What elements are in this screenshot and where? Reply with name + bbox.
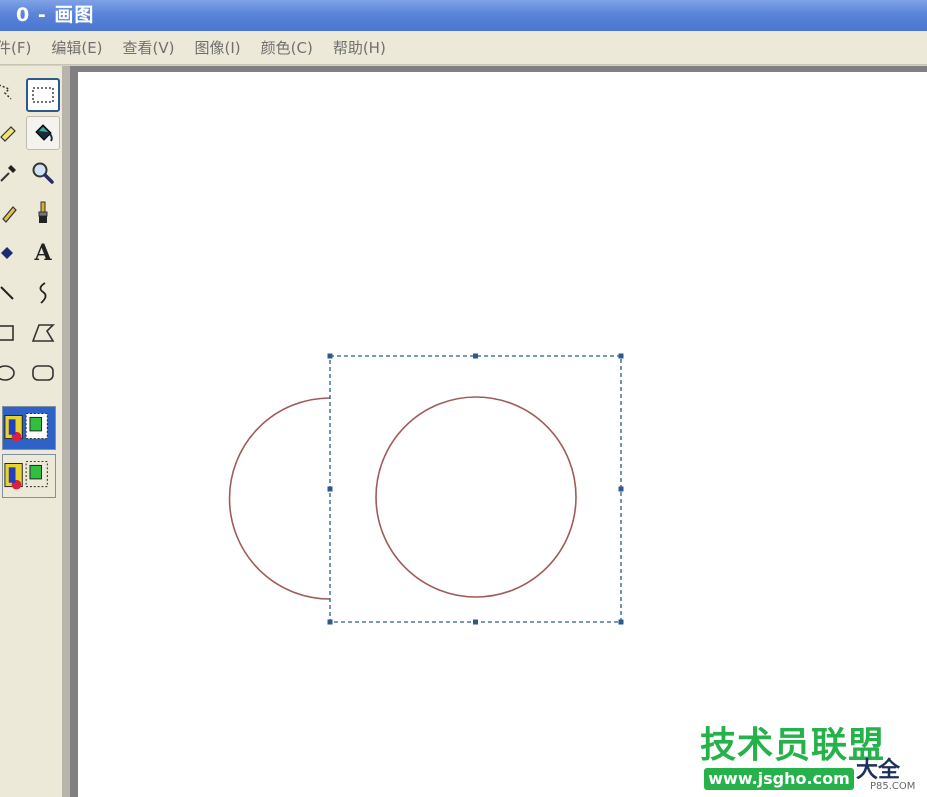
eraser-tool[interactable] — [0, 116, 24, 150]
rectangle-icon — [0, 325, 14, 341]
polygon-tool[interactable] — [26, 316, 60, 350]
window-title: 0 - 画图 — [16, 4, 95, 26]
selection-rectangle[interactable] — [329, 355, 622, 623]
circle-shape — [375, 396, 577, 598]
text-tool[interactable]: A — [26, 236, 60, 270]
menu-file[interactable]: 件(F) — [0, 33, 41, 63]
watermark-small-text: P85.COM — [870, 781, 916, 792]
pencil-tool[interactable] — [0, 196, 24, 230]
brush-icon — [38, 201, 48, 223]
selection-handle-right[interactable] — [618, 486, 624, 492]
airbrush-icon — [1, 247, 13, 259]
menu-colors[interactable]: 颜色(C) — [251, 33, 323, 63]
menu-edit[interactable]: 编辑(E) — [41, 33, 112, 63]
selection-handle-top-right[interactable] — [618, 353, 624, 359]
selection-handle-left[interactable] — [327, 486, 333, 492]
curve-icon — [39, 282, 47, 304]
pick-color-tool[interactable] — [0, 156, 24, 190]
watermark-url: www.jsgho.com — [704, 768, 854, 790]
eyedropper-icon — [0, 165, 16, 182]
airbrush-tool[interactable] — [0, 236, 24, 270]
ellipse-icon — [0, 365, 15, 381]
half-circle-shape — [228, 397, 331, 600]
polygon-icon — [31, 324, 55, 342]
opaque-selection-icon — [4, 413, 48, 442]
selection-handle-top-left[interactable] — [327, 353, 333, 359]
brush-tool[interactable] — [26, 196, 60, 230]
selection-handle-bottom[interactable] — [473, 619, 478, 625]
title-bar: 0 - 画图 — [0, 0, 927, 31]
ellipse-tool[interactable] — [0, 356, 24, 390]
fill-tool[interactable] — [26, 116, 60, 150]
transparent-selection-option[interactable] — [2, 454, 56, 498]
drawing-canvas[interactable] — [78, 72, 927, 797]
rect-select-icon — [32, 87, 54, 103]
rounded-rectangle-tool[interactable] — [26, 356, 60, 390]
transparent-selection-icon — [4, 461, 48, 490]
paint-bucket-icon — [35, 124, 53, 142]
rectangle-select-tool[interactable] — [26, 78, 60, 112]
site-watermark: 技术员联盟 www.jsgho.com 大全 P85.COM — [700, 724, 927, 797]
magnifier-icon — [32, 162, 54, 184]
rectangle-tool[interactable] — [0, 316, 24, 350]
pencil-icon — [2, 206, 17, 223]
free-form-select-tool[interactable] — [0, 76, 24, 110]
opaque-selection-option[interactable] — [2, 406, 56, 450]
curve-tool[interactable] — [26, 276, 60, 310]
menu-help[interactable]: 帮助(H) — [323, 33, 396, 63]
menu-view[interactable]: 查看(V) — [113, 33, 185, 63]
line-icon — [0, 286, 14, 300]
canvas-drawing — [228, 353, 624, 625]
toolbox-lower-panel — [0, 503, 62, 797]
magnifier-tool[interactable] — [26, 156, 60, 190]
selection-handle-bottom-left[interactable] — [327, 619, 333, 625]
menu-bar: 件(F) 编辑(E) 查看(V) 图像(I) 颜色(C) 帮助(H) — [0, 31, 927, 65]
star-select-icon — [0, 84, 12, 100]
rounded-rectangle-icon — [32, 365, 54, 381]
watermark-side-text: 大全 — [856, 758, 901, 783]
line-tool[interactable] — [0, 276, 24, 310]
selection-handle-top[interactable] — [473, 353, 478, 359]
selection-handle-bottom-right[interactable] — [618, 619, 624, 625]
menu-image[interactable]: 图像(I) — [185, 33, 251, 63]
toolbox: A — [0, 66, 62, 503]
text-icon: A — [34, 240, 52, 266]
selection-handles[interactable] — [327, 353, 624, 625]
eraser-icon — [0, 126, 16, 142]
